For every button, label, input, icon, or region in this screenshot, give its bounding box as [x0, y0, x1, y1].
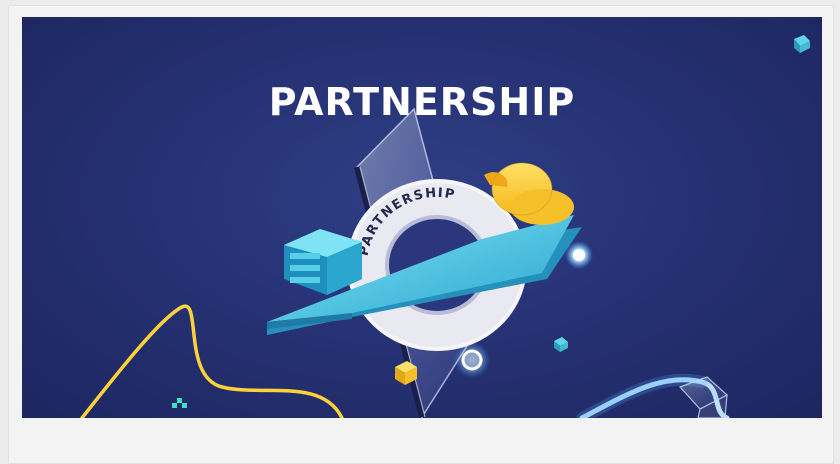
- card-footer: [22, 418, 822, 463]
- article-card: PARTNERSHIP PARTNERSHIP: [8, 5, 834, 464]
- banner-headline: PARTNERSHIP: [268, 80, 576, 124]
- small-cube-top-right: [794, 35, 810, 53]
- partnership-banner-image: PARTNERSHIP PARTNERSHIP: [22, 17, 822, 418]
- pixel-cluster: [172, 398, 187, 408]
- small-cube-right: [554, 337, 568, 352]
- banner-illustration: PARTNERSHIP: [80, 35, 810, 418]
